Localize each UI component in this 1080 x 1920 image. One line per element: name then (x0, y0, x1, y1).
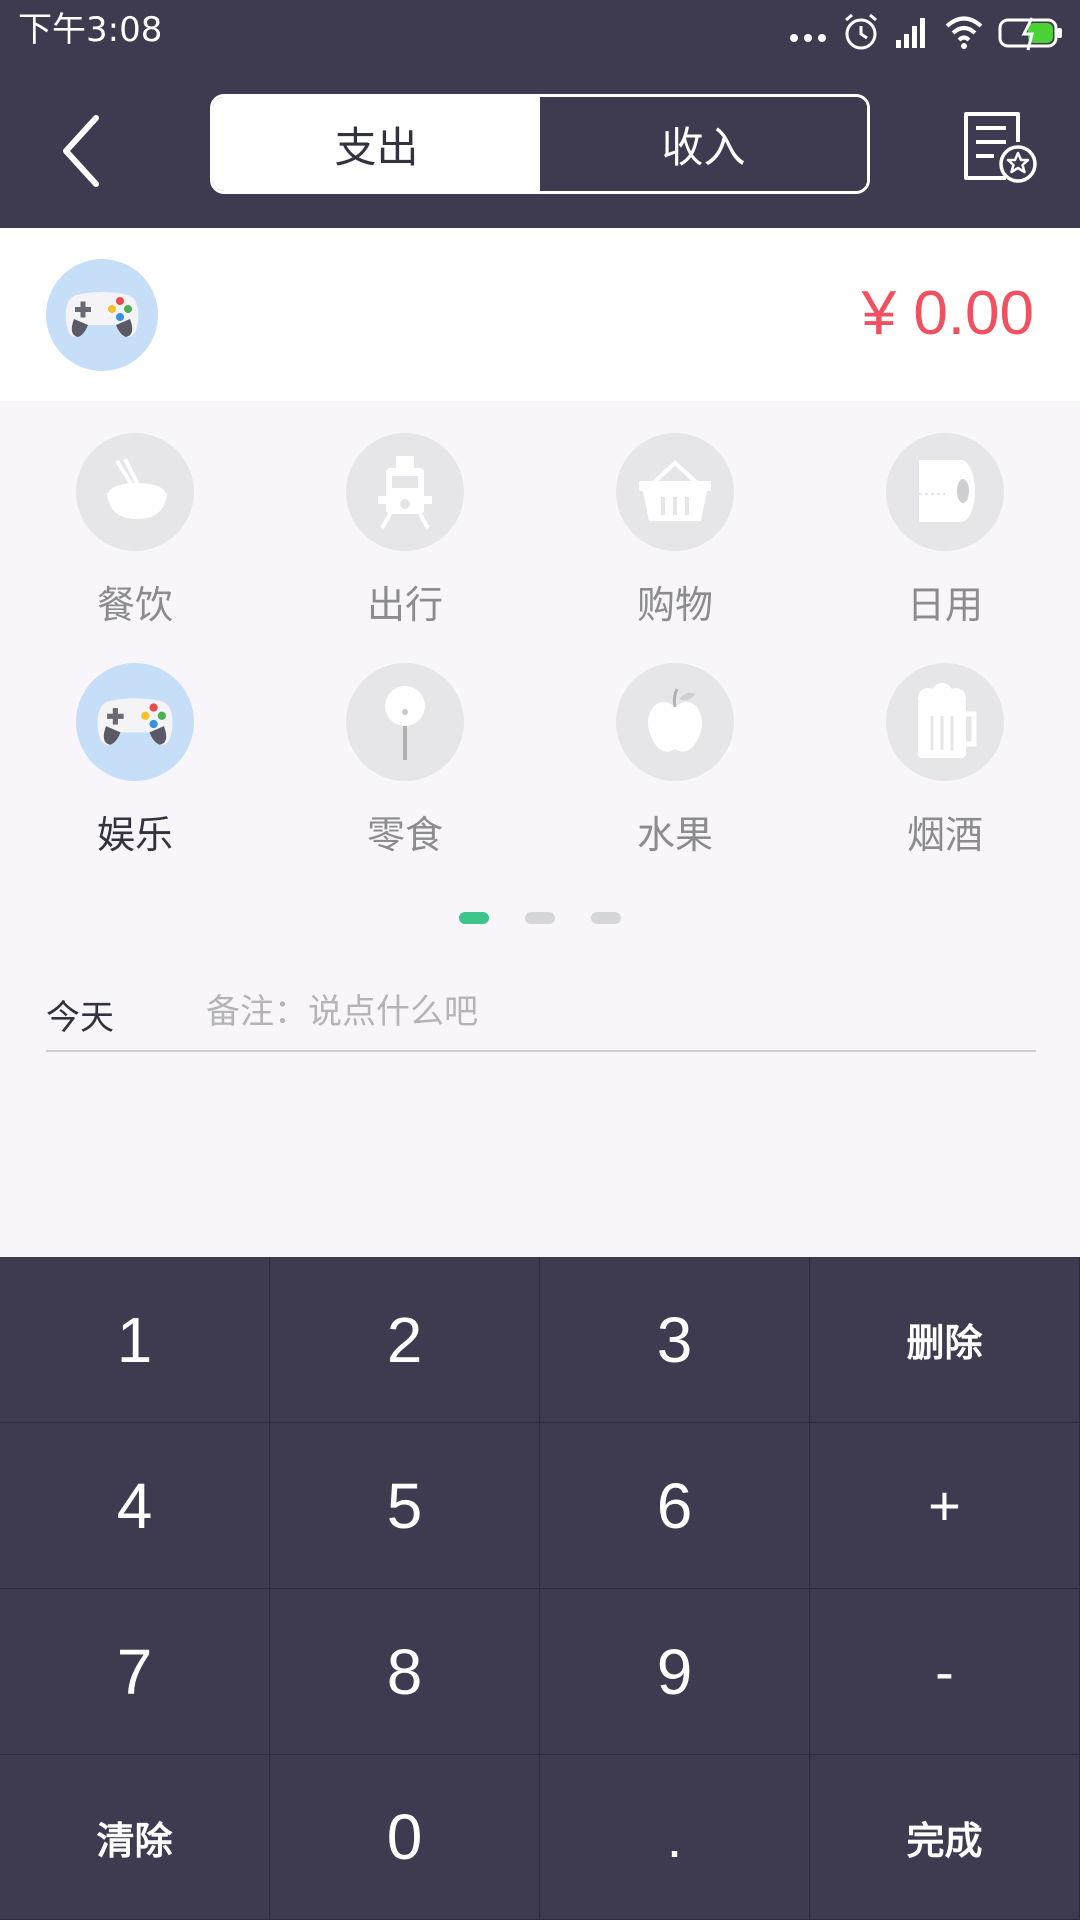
key-7[interactable]: 7 (0, 1589, 270, 1755)
category-label: 娱乐 (96, 813, 173, 857)
category-icon-circle (886, 433, 1004, 551)
key-2[interactable]: 2 (270, 1257, 540, 1423)
page-dot-1[interactable] (459, 912, 489, 924)
key-0[interactable]: 0 (270, 1755, 540, 1920)
key-3[interactable]: 3 (540, 1257, 810, 1423)
decimal-key[interactable]: . (540, 1755, 810, 1920)
page-dot-2[interactable] (525, 912, 555, 924)
tab-income[interactable]: 收入 (540, 97, 867, 191)
lollipop-icon (385, 686, 425, 760)
basket-icon (639, 460, 711, 521)
category-label: 烟酒 (906, 813, 983, 857)
header: 支出 收入 (0, 62, 1080, 228)
date-selector[interactable]: 今天 (46, 990, 114, 1039)
selected-category-avatar (46, 259, 158, 371)
category-fruit[interactable]: 水果 (565, 663, 785, 863)
category-label: 餐饮 (96, 583, 173, 627)
amount-row: ¥ 0.00 (0, 228, 1080, 401)
back-button[interactable] (52, 106, 112, 196)
tab-expense[interactable]: 支出 (213, 97, 540, 191)
category-icon-circle (76, 433, 194, 551)
key-6[interactable]: 6 (540, 1423, 810, 1589)
status-bar: 下午3:08 (0, 0, 1080, 62)
status-time: 下午3:08 (18, 10, 163, 50)
rice-bowl-icon (107, 458, 167, 519)
chevron-left-icon (63, 115, 99, 187)
remark-input[interactable] (206, 984, 1026, 1040)
clear-key[interactable]: 清除 (0, 1755, 270, 1920)
apple-icon (648, 688, 702, 752)
type-segmented-control: 支出 收入 (210, 94, 870, 194)
done-key[interactable]: 完成 (810, 1755, 1080, 1920)
signal-icon (896, 18, 925, 48)
category-label: 出行 (366, 583, 443, 627)
category-icon-circle (346, 663, 464, 781)
tissue-roll-icon (919, 460, 975, 522)
beer-mug-icon (918, 683, 977, 758)
category-entertainment[interactable]: 娱乐 (25, 663, 245, 863)
delete-key[interactable]: 删除 (810, 1257, 1080, 1423)
category-icon-circle (616, 663, 734, 781)
minus-key[interactable]: - (810, 1589, 1080, 1755)
gamepad-icon (65, 292, 139, 338)
alarm-icon (845, 13, 877, 50)
status-icons (788, 10, 1064, 54)
key-4[interactable]: 4 (0, 1423, 270, 1589)
key-8[interactable]: 8 (270, 1589, 540, 1755)
key-5[interactable]: 5 (270, 1423, 540, 1589)
train-icon (378, 456, 432, 529)
category-icon-circle (346, 433, 464, 551)
category-travel[interactable]: 出行 (295, 433, 515, 633)
category-label: 日用 (906, 583, 983, 627)
more-dots-icon (790, 34, 826, 42)
page-indicator (0, 912, 1080, 924)
number-keypad: 1 2 3 删除 4 5 6 + 7 8 9 - 清除 0 . 完成 (0, 1257, 1080, 1920)
wifi-icon (945, 16, 983, 49)
amount-display: ¥ 0.00 (861, 279, 1034, 348)
gamepad-icon (97, 698, 173, 745)
category-icon-circle (616, 433, 734, 551)
category-tobacco-alcohol[interactable]: 烟酒 (835, 663, 1055, 863)
document-star-icon (964, 112, 1037, 183)
category-snacks[interactable]: 零食 (295, 663, 515, 863)
category-label: 水果 (636, 813, 713, 857)
category-icon-circle (76, 663, 194, 781)
key-9[interactable]: 9 (540, 1589, 810, 1755)
category-icon-circle (886, 663, 1004, 781)
remark-row: 今天 (46, 980, 1036, 1052)
battery-charging-icon (998, 17, 1062, 51)
records-button[interactable] (958, 108, 1038, 188)
category-label: 零食 (366, 813, 443, 857)
category-dining[interactable]: 餐饮 (25, 433, 245, 633)
category-shopping[interactable]: 购物 (565, 433, 785, 633)
plus-key[interactable]: + (810, 1423, 1080, 1589)
key-1[interactable]: 1 (0, 1257, 270, 1423)
category-daily[interactable]: 日用 (835, 433, 1055, 633)
page-dot-3[interactable] (591, 912, 621, 924)
category-label: 购物 (636, 583, 713, 627)
